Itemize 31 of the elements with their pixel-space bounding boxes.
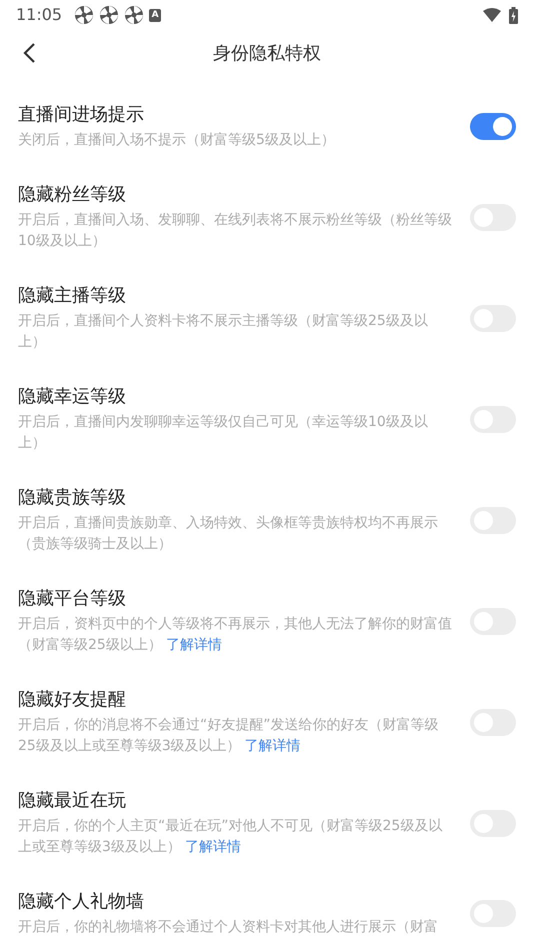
setting-title: 直播间进场提示 <box>18 103 145 127</box>
details-link[interactable]: 了解详情 <box>184 839 241 855</box>
setting-description: 开启后，直播间入场、发聊聊、在线列表将不展示粉丝等级（粉丝等级10级及以上） <box>18 211 453 251</box>
battery-icon <box>509 6 518 24</box>
wifi-icon <box>483 8 501 22</box>
setting-title: 隐藏幸运等级 <box>18 385 127 409</box>
page-title: 身份隐私特权 <box>213 42 321 66</box>
setting-title: 隐藏平台等级 <box>18 587 127 611</box>
setting-title: 隐藏最近在玩 <box>18 789 127 813</box>
notification-badge: A <box>149 8 162 22</box>
setting-description: 开启后，你的礼物墙将不会通过个人资料卡对其他人进行展示（财富 <box>18 918 439 937</box>
pinwheel-icon <box>99 5 120 25</box>
setting-description: 开启后，你的消息将不会通过“好友提醒”发送给你的好友（财富等级25级及以上或至尊等级3级及以上） 了解详情 <box>18 716 440 756</box>
setting-description: 开启后，资料页中的个人等级将不再展示，其他人无法了解你的财富值（财富等级25级以上） 了解详情 <box>18 615 453 655</box>
details-link[interactable]: 了解详情 <box>244 738 301 754</box>
setting-description: 开启后，直播间内发聊聊幸运等级仅自己可见（幸运等级10级及以上） <box>18 413 429 453</box>
setting-title: 隐藏贵族等级 <box>18 486 127 510</box>
setting-title: 隐藏粉丝等级 <box>18 183 127 207</box>
setting-description: 关闭后，直播间入场不提示（财富等级5级及以上） <box>18 131 336 150</box>
toggle-switch[interactable] <box>470 113 516 140</box>
details-link[interactable]: 了解详情 <box>166 637 222 653</box>
pinwheel-icon <box>124 5 144 25</box>
pinwheel-icon <box>74 5 94 25</box>
setting-description: 开启后，直播间个人资料卡将不展示主播等级（财富等级25级及以上） <box>18 312 429 352</box>
back-icon <box>22 42 36 64</box>
setting-title: 隐藏好友提醒 <box>18 688 127 712</box>
setting-description: 开启后，你的个人主页“最近在玩”对他人不可见（财富等级25级及以上或至尊等级3级及以上） 了解详情 <box>18 817 444 857</box>
setting-title: 隐藏主播等级 <box>18 284 127 308</box>
setting-title: 隐藏个人礼物墙 <box>18 890 145 914</box>
setting-description: 开启后，直播间贵族勋章、入场特效、头像框等贵族特权均不再展示（贵族等级骑士及以上） <box>18 514 439 554</box>
status-time: 11:05 <box>16 4 62 26</box>
